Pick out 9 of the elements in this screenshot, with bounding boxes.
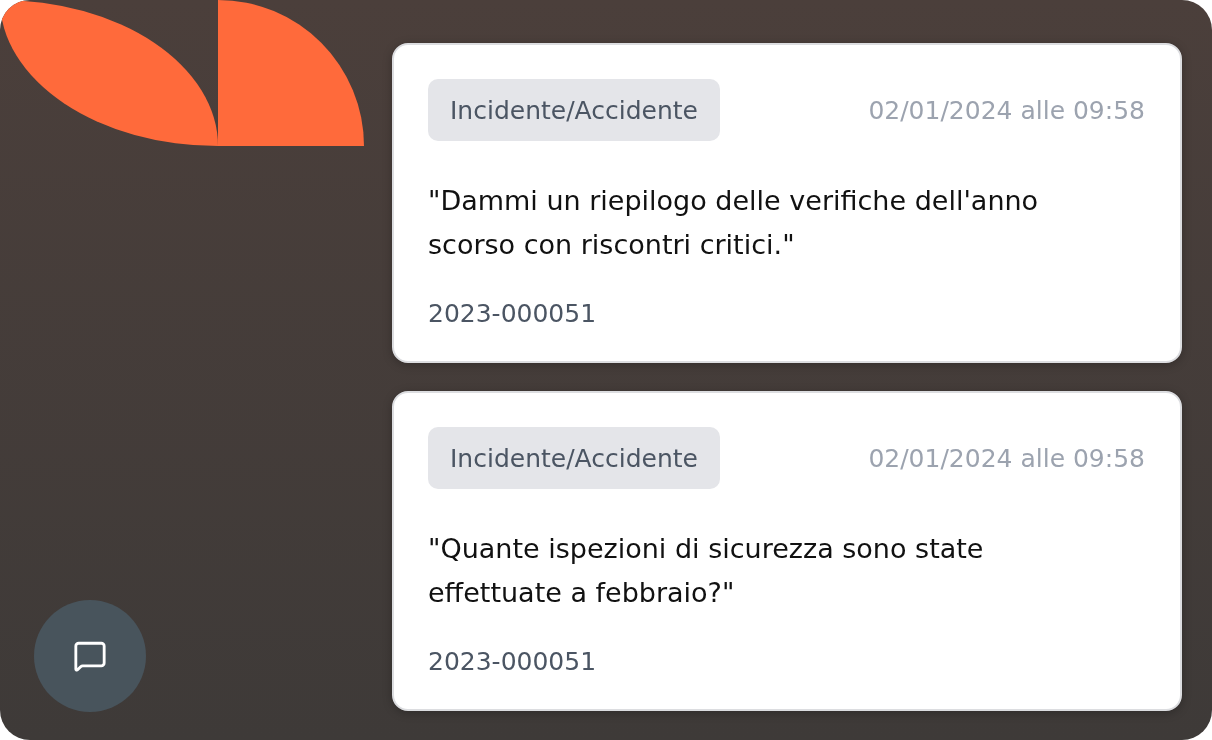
timestamp: 02/01/2024 alle 09:58 — [868, 443, 1145, 473]
question-text: "Dammi un riepilogo delle verifiche dell'anno scorso con riscontri critici." — [428, 184, 1040, 262]
reference-number: 2023-000051 — [428, 298, 597, 330]
category-tag: Incidente/Accidente — [428, 427, 720, 489]
timestamp: 02/01/2024 alle 09:58 — [868, 95, 1145, 125]
reference-number: 2023-000051 — [428, 646, 597, 678]
speech-bubble-icon — [73, 639, 107, 673]
question-text: "Quante ispezioni di sicurezza sono state effettuate a febbraio?" — [428, 532, 985, 610]
category-tag: Incidente/Accidente — [428, 79, 720, 141]
